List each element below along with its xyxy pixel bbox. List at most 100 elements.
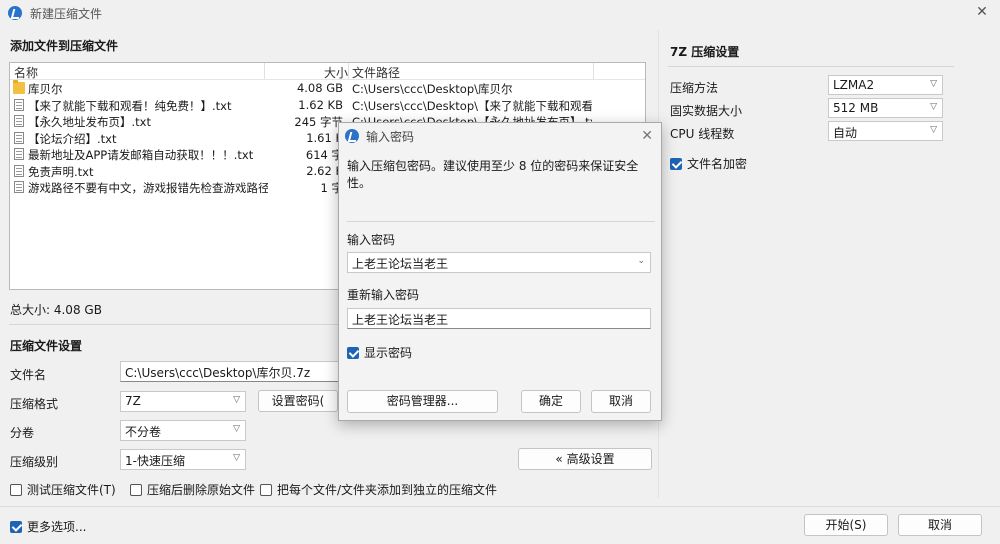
column-name-header[interactable]: 名称 xyxy=(14,64,38,81)
checkbox-box xyxy=(10,483,22,496)
password-label: 输入密码 xyxy=(347,233,396,247)
filename-input[interactable]: C:\Users\ccc\Desktop\库尔贝.7z xyxy=(120,361,340,382)
chevron-down-icon: ▽ xyxy=(233,453,240,463)
file-row[interactable]: 【来了就能下载和观看！纯免费！】.txt 1.62 KB C:\Users\cc… xyxy=(10,97,645,114)
checkbox-box xyxy=(260,483,272,496)
app-logo-icon xyxy=(345,129,359,143)
file-name: 【永久地址发布页】.txt xyxy=(28,115,151,129)
checkbox-label: 压缩后删除原始文件 xyxy=(147,483,256,497)
cancel-button[interactable]: 取消 xyxy=(898,514,982,536)
text-file-icon xyxy=(14,181,24,193)
add-files-heading: 添加文件到压缩文件 xyxy=(10,39,119,53)
file-size: 614 字 xyxy=(305,148,343,162)
method-select[interactable]: LZMA2 ▽ xyxy=(828,75,943,95)
set-password-button[interactable]: 设置密码( xyxy=(258,390,338,412)
password-dialog: 输入密码 ✕ 输入压缩包密码。建议使用至少 8 位的密码来保证安全性。 输入密码… xyxy=(338,122,662,421)
chevron-down-icon[interactable]: ⌄ xyxy=(637,256,645,266)
confirm-password-input[interactable]: 上老王论坛当老王 xyxy=(347,308,651,329)
chevron-down-icon: ▽ xyxy=(233,395,240,405)
level-label: 压缩级别 xyxy=(10,455,59,469)
chevron-down-icon: ▽ xyxy=(930,125,937,135)
volume-select-value: 不分卷 xyxy=(125,425,162,439)
text-file-icon xyxy=(14,98,24,111)
cpu-threads-select[interactable]: 自动 ▽ xyxy=(828,121,943,141)
app-logo-icon xyxy=(8,6,22,20)
password-input[interactable]: 上老王论坛当老王 ⌄ xyxy=(347,252,651,273)
cpu-threads-select-value: 自动 xyxy=(833,126,858,140)
show-password-checkbox[interactable]: 显示密码 xyxy=(347,344,412,361)
checkbox-label: 把每个文件/文件夹添加到独立的压缩文件 xyxy=(277,483,498,497)
checkbox-label: 文件名加密 xyxy=(687,157,748,171)
text-file-icon xyxy=(14,131,24,144)
start-button[interactable]: 开始(S) xyxy=(804,514,888,536)
title-bar: 新建压缩文件 ✕ xyxy=(0,0,1000,26)
file-size: 1.62 KB xyxy=(298,97,343,112)
dialog-cancel-button[interactable]: 取消 xyxy=(591,390,651,413)
more-options-checkbox[interactable]: 更多选项... xyxy=(10,518,86,535)
dialog-close-icon[interactable]: ✕ xyxy=(641,128,653,144)
file-name: 最新地址及APP请发邮箱自动获取！！！.txt xyxy=(28,148,254,162)
file-size: 1.61 K xyxy=(306,130,343,145)
file-path: C:\Users\ccc\Desktop\【来了就能下载和观看… xyxy=(352,98,592,113)
file-name: 免责声明.txt xyxy=(28,164,94,179)
password-input-value: 上老王论坛当老王 xyxy=(352,257,449,271)
file-row[interactable]: 库贝尔 4.08 GB C:\Users\ccc\Desktop\库贝尔 xyxy=(10,80,645,97)
dialog-title: 输入密码 xyxy=(366,129,415,144)
total-size: 总大小: 4.08 GB xyxy=(10,303,102,317)
chevron-down-icon: ▽ xyxy=(233,424,240,434)
separate-archives-checkbox[interactable]: 把每个文件/文件夹添加到独立的压缩文件 xyxy=(260,481,497,498)
chevron-down-icon: ▽ xyxy=(930,102,937,112)
format-select-value: 7Z xyxy=(125,394,141,408)
file-name: 【来了就能下载和观看！纯免费！】.txt xyxy=(28,98,232,113)
confirm-password-label: 重新输入密码 xyxy=(347,288,420,302)
file-list-header: 名称 大小 文件路径 xyxy=(10,63,645,80)
ok-button[interactable]: 确定 xyxy=(521,390,581,413)
divider xyxy=(668,66,954,67)
encrypt-filenames-checkbox[interactable]: 文件名加密 xyxy=(670,155,747,172)
volume-select[interactable]: 不分卷 ▽ xyxy=(120,420,246,441)
level-select[interactable]: 1-快速压缩 ▽ xyxy=(120,449,246,470)
filename-label: 文件名 xyxy=(10,368,47,382)
dict-size-select-value: 512 MB xyxy=(833,101,879,115)
text-file-icon xyxy=(14,115,24,127)
method-label: 压缩方法 xyxy=(670,81,719,95)
password-manager-button[interactable]: 密码管理器... xyxy=(347,390,498,413)
dict-size-select[interactable]: 512 MB ▽ xyxy=(828,98,943,118)
file-size: 4.08 GB xyxy=(296,81,343,95)
chevron-down-icon: ▽ xyxy=(930,79,937,89)
file-size: 1 字 xyxy=(320,181,343,195)
level-select-value: 1-快速压缩 xyxy=(125,454,185,468)
file-name: 库贝尔 xyxy=(28,82,63,96)
advanced-settings-button[interactable]: « 高级设置 xyxy=(518,448,652,470)
format-select[interactable]: 7Z ▽ xyxy=(120,391,246,412)
method-select-value: LZMA2 xyxy=(833,78,875,92)
delete-after-checkbox[interactable]: 压缩后删除原始文件 xyxy=(130,481,255,498)
file-size: 245 字节 xyxy=(294,115,343,129)
window-close-icon[interactable]: ✕ xyxy=(974,4,990,20)
file-name: 游戏路径不要有中文，游戏报错先检查游戏路径… xyxy=(28,181,268,195)
file-size: 2.62 K xyxy=(306,163,343,178)
checkbox-box xyxy=(347,346,359,359)
text-file-icon xyxy=(14,148,24,160)
volume-label: 分卷 xyxy=(10,426,35,440)
folder-icon xyxy=(13,80,25,94)
format-label: 压缩格式 xyxy=(10,397,59,411)
text-file-icon xyxy=(14,164,24,177)
test-archive-checkbox[interactable]: 测试压缩文件(T) xyxy=(10,481,116,498)
checkbox-label: 测试压缩文件(T) xyxy=(27,483,116,497)
checkbox-box xyxy=(10,520,22,533)
file-path: C:\Users\ccc\Desktop\库贝尔 xyxy=(352,82,513,96)
window-title: 新建压缩文件 xyxy=(30,6,103,21)
seven-z-heading: 7Z 压缩设置 xyxy=(670,45,740,59)
file-name: 【论坛介绍】.txt xyxy=(28,131,117,146)
checkbox-box xyxy=(130,483,142,496)
column-path-header[interactable]: 文件路径 xyxy=(352,64,400,81)
dict-size-label: 固实数据大小 xyxy=(670,104,743,118)
cpu-threads-label: CPU 线程数 xyxy=(670,127,735,141)
checkbox-box xyxy=(670,157,682,170)
checkbox-label: 更多选项... xyxy=(27,520,87,534)
divider xyxy=(347,221,655,222)
column-size-header[interactable]: 大小 xyxy=(324,64,348,81)
dialog-title-bar: 输入密码 ✕ xyxy=(339,123,661,149)
checkbox-label: 显示密码 xyxy=(364,346,413,360)
